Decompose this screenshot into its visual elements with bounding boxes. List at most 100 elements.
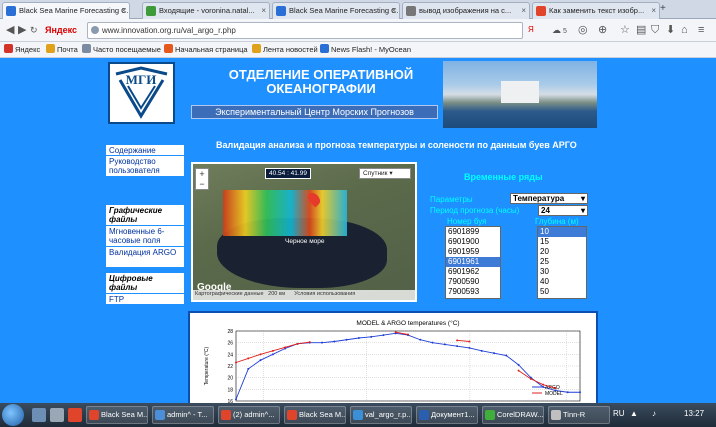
reading-list-icon[interactable]: ▤ [636, 24, 646, 36]
browser-tab[interactable]: Black Sea Marine Forecasting C... × [2, 2, 130, 19]
buoy-option[interactable]: 6901900 [446, 237, 500, 247]
buoy-option[interactable]: 7900590 [446, 277, 500, 287]
taskbar-window-label: CorelDRAW... [497, 410, 544, 419]
buoy-option[interactable]: 7900593 [446, 287, 500, 297]
taskbar-window-button[interactable]: Black Sea M... [86, 406, 148, 424]
browser-tab[interactable]: Как заменить текст изобр... × [532, 2, 660, 19]
department-title: ОТДЕЛЕНИЕ ОПЕРАТИВНОЙ ОКЕАНОГРАФИИ [228, 67, 414, 96]
taskbar-window-button[interactable]: admin^ - T... [152, 406, 214, 424]
translate-icon[interactable]: ⊕ [598, 24, 607, 36]
vpn-icon[interactable]: ◎ [578, 24, 588, 36]
timeseries-title: Временные ряды [464, 172, 543, 182]
yandex-label[interactable]: Яндекс [45, 24, 77, 36]
sidebar-link-user-guide[interactable]: Руководство пользователя [106, 156, 184, 176]
app-icon [221, 410, 231, 420]
pocket-icon[interactable]: ⛉ [651, 24, 659, 36]
close-tab-icon[interactable]: × [521, 3, 526, 18]
google-map[interactable]: + − 40.54 : 41.99 Спутник ▾ Черное море … [191, 162, 417, 302]
app-icon [485, 410, 495, 420]
param-select[interactable]: Температура ▾ [510, 193, 588, 204]
center-subtitle: Экспериментальный Центр Морских Прогнозо… [191, 105, 438, 119]
depth-option[interactable]: 20 [538, 247, 586, 257]
close-tab-icon[interactable]: × [651, 3, 656, 18]
bookmark-item[interactable]: Лента новостей [252, 44, 318, 55]
close-tab-icon[interactable]: × [261, 3, 266, 18]
chevron-down-icon: ▾ [389, 170, 393, 177]
bookmark-item[interactable]: Почта [46, 44, 78, 55]
series-line-model [235, 341, 310, 363]
address-toolbar: ◀ ▶ ↻ Яндекс www.innovation.org.ru/val_a… [0, 19, 716, 42]
browser-tab[interactable]: вывод изображения на с... × [402, 2, 530, 19]
buoy-option[interactable]: 6901962 [446, 267, 500, 277]
back-icon[interactable]: ◀ [6, 24, 14, 36]
download-icon[interactable]: ⬇ [666, 24, 675, 36]
depth-label: Глубина (м) [535, 217, 579, 226]
bookmark-item[interactable]: Яндекс [4, 44, 40, 55]
map-data-link[interactable]: Картографические данные [195, 291, 264, 297]
temperature-overlay [223, 190, 347, 236]
taskbar-window-button[interactable]: Документ1... [416, 406, 478, 424]
buoy-option[interactable]: 6901959 [446, 247, 500, 257]
tray-network-icon[interactable]: ▲ [630, 409, 638, 418]
depth-option[interactable]: 30 [538, 267, 586, 277]
home-icon[interactable]: ⌂ [681, 24, 688, 36]
buoy-list[interactable]: 6901899 6901900 6901959 6901961 6901962 79005… [445, 226, 501, 299]
bookmark-icon [320, 44, 329, 53]
sidebar-link-ftp[interactable]: FTP [106, 294, 184, 304]
app-icon [551, 410, 561, 420]
taskbar-window-label: Black Sea M... [299, 410, 346, 419]
taskbar-window-button[interactable]: val_argo_r.p... [350, 406, 412, 424]
reload-icon[interactable]: ↻ [30, 24, 38, 36]
map-type-select[interactable]: Спутник ▾ [359, 168, 411, 179]
sidebar-link-instant-fields[interactable]: Мгновенные 6-часовые поля [106, 226, 184, 246]
buoy-option[interactable]: 6901899 [446, 227, 500, 237]
y-tick-label: 18 [227, 387, 233, 393]
sidebar-link-contents[interactable]: Содержание [106, 145, 184, 155]
sidebar-heading-digital-files: Цифровые файлы [106, 273, 184, 293]
y-axis-label: Temperature (°C) [204, 346, 210, 385]
taskbar-window-button[interactable]: (2) admin^... [218, 406, 280, 424]
browser-tab[interactable]: Входящие - voronina.natal... × [142, 2, 270, 19]
legend-label: MODEL [545, 391, 563, 397]
bookmark-star-icon[interactable]: ☆ [620, 24, 630, 36]
y-tick-label: 24 [227, 352, 233, 358]
desktop-icon[interactable] [50, 408, 64, 422]
buoy-option[interactable]: 6901961 [446, 257, 500, 267]
zoom-out-button[interactable]: − [196, 179, 208, 189]
new-tab-button[interactable]: + [660, 3, 666, 14]
file-explorer-icon[interactable] [32, 408, 46, 422]
depth-option[interactable]: 10 [538, 227, 586, 237]
bookmark-label: Почта [57, 45, 78, 54]
browser-tab[interactable]: Black Sea Marine Forecasting C... × [272, 2, 400, 19]
depth-option[interactable]: 50 [538, 287, 586, 297]
period-select[interactable]: 24 ▾ [538, 205, 588, 216]
depth-option[interactable]: 25 [538, 257, 586, 267]
depth-option[interactable]: 40 [538, 277, 586, 287]
bookmark-item[interactable]: News Flash! - MyOcean [320, 44, 411, 55]
forward-icon[interactable]: ▶ [18, 24, 26, 36]
firefox-icon[interactable] [68, 408, 82, 422]
web-page: МГИ ОТДЕЛЕНИЕ ОПЕРАТИВНОЙ ОКЕАНОГРАФИИ Э… [0, 58, 716, 403]
yandex-search-icon[interactable]: Я [528, 22, 544, 39]
url-text: www.innovation.org.ru/val_argo_r.php [102, 26, 236, 35]
taskbar-window-button[interactable]: Tinn-R [548, 406, 610, 424]
taskbar-window-button[interactable]: CorelDRAW... [482, 406, 544, 424]
start-button[interactable] [2, 404, 24, 426]
url-input[interactable]: www.innovation.org.ru/val_argo_r.php [87, 22, 523, 39]
taskbar-window-button[interactable]: Black Sea M... [284, 406, 346, 424]
close-tab-icon[interactable]: × [391, 3, 396, 18]
language-indicator[interactable]: RU [613, 409, 625, 418]
depth-list[interactable]: 10 15 20 25 30 40 50 [537, 226, 587, 299]
sidebar-link-argo-validation[interactable]: Валидация ARGO [106, 247, 184, 267]
zoom-in-button[interactable]: + [196, 169, 208, 179]
param-label: Параметры [430, 195, 473, 204]
bookmark-icon [164, 44, 173, 53]
map-terms-link[interactable]: Условия использования [294, 291, 355, 297]
menu-icon[interactable]: ≡ [698, 24, 704, 36]
tray-volume-icon[interactable]: ♪ [652, 409, 656, 418]
depth-option[interactable]: 15 [538, 237, 586, 247]
weather-icon[interactable]: ☁ [552, 24, 561, 36]
bookmark-item[interactable]: Начальная страница [164, 44, 248, 55]
bookmark-item[interactable]: Часто посещаемые [82, 44, 161, 55]
close-tab-icon[interactable]: × [121, 3, 126, 18]
